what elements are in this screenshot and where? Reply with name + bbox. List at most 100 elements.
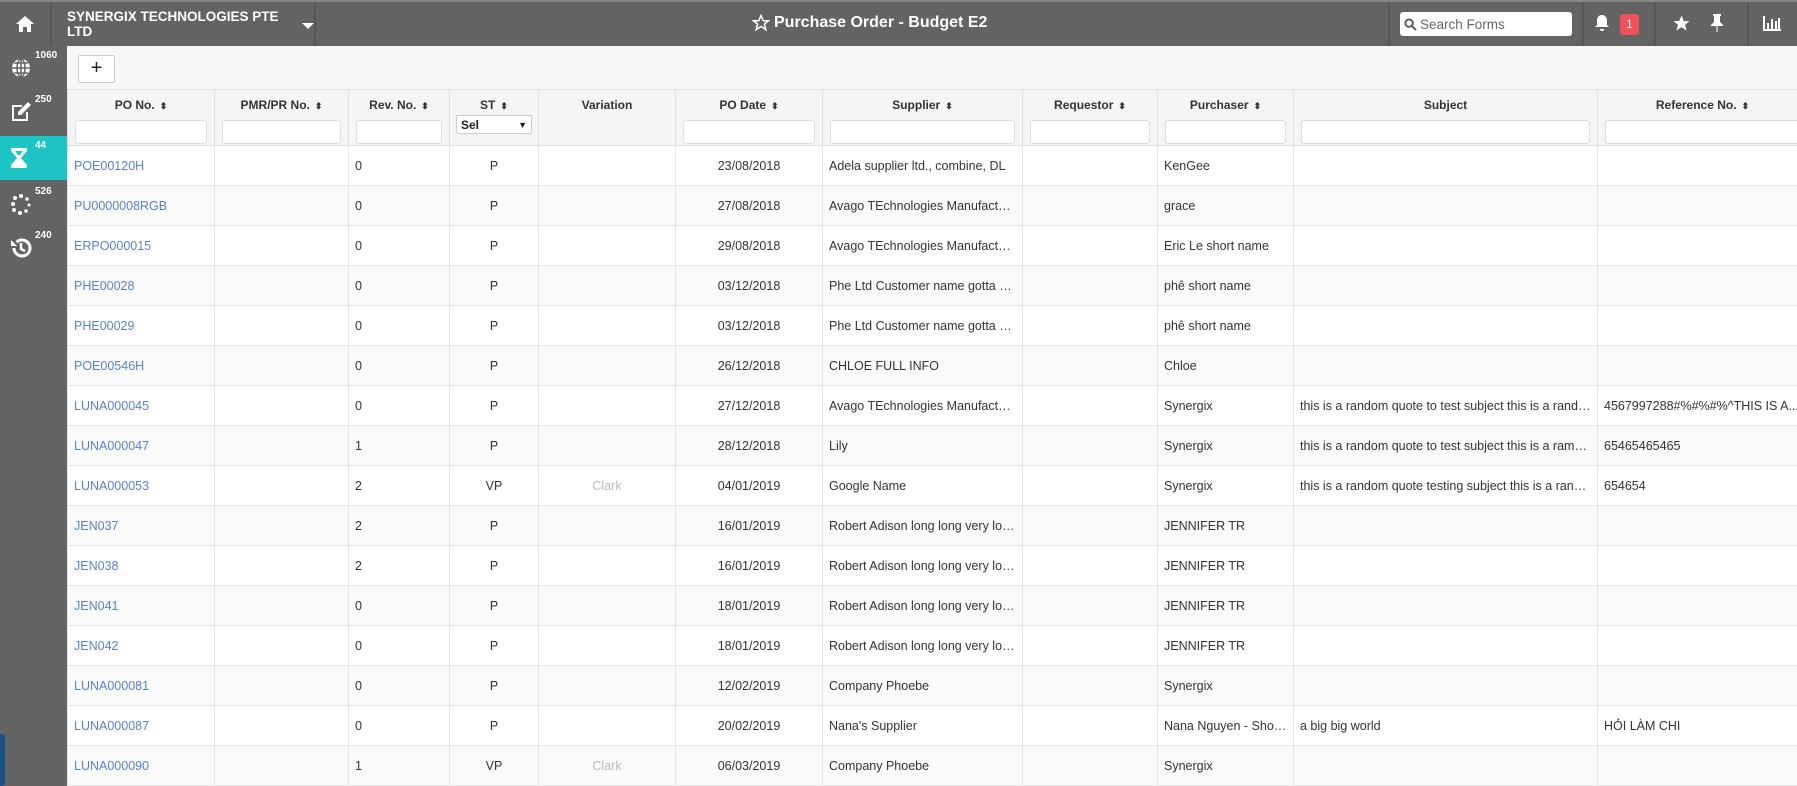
sort-icon[interactable]: ⬍: [1254, 101, 1262, 111]
cell-po-no: ERPO000015: [67, 225, 215, 266]
cell-po-date: 23/08/2018: [675, 145, 823, 186]
cell-reference-no: [1597, 745, 1797, 786]
po-number-link[interactable]: LUNA000045: [74, 399, 149, 413]
sort-icon[interactable]: ⬍: [1118, 101, 1126, 111]
table-row[interactable]: PU0000008RGB 0 P 27/08/2018 Avago TEchnologi…: [67, 185, 1797, 226]
star-outline-icon[interactable]: [752, 14, 770, 32]
cell-st: P: [449, 305, 539, 346]
st-filter-value: Sel: [461, 117, 480, 132]
po-number-link[interactable]: JEN042: [74, 639, 118, 653]
table-row[interactable]: ERPO000015 0 P 29/08/2018 Avago TEchnologies…: [67, 225, 1797, 266]
sort-icon[interactable]: ⬍: [945, 101, 953, 111]
sort-icon[interactable]: ⬍: [1742, 101, 1750, 111]
st-filter-select[interactable]: Sel ▼: [456, 115, 532, 134]
sort-icon[interactable]: ⬍: [771, 101, 779, 111]
filter-input-pmr-pr-no[interactable]: [222, 120, 341, 144]
cell-subject: this is a random quote to test subject t…: [1293, 425, 1598, 466]
filter-input-subject[interactable]: [1301, 120, 1590, 144]
column-label: PMR/PR No.: [240, 98, 310, 112]
filter-input-supplier[interactable]: [830, 120, 1015, 144]
pin-button[interactable]: [1710, 13, 1724, 33]
filter-input-po-date[interactable]: [683, 120, 815, 144]
company-selector[interactable]: SYNERGIX TECHNOLOGIES PTE LTD: [52, 2, 316, 46]
po-number-link[interactable]: LUNA000087: [74, 719, 149, 733]
sidebar-count: 1060: [35, 50, 58, 61]
po-number-link[interactable]: LUNA000090: [74, 759, 149, 773]
cell-purchaser: phê short name: [1157, 265, 1294, 306]
po-number-link[interactable]: JEN041: [74, 599, 118, 613]
po-number-link[interactable]: ERPO000015: [74, 239, 151, 253]
po-number-link[interactable]: JEN038: [74, 559, 118, 573]
table-row[interactable]: JEN042 0 P 18/01/2019 Robert Adison long lon…: [67, 625, 1797, 666]
table-row[interactable]: LUNA000045 0 P 27/12/2018 Avago TEchnologies…: [67, 385, 1797, 426]
po-number-link[interactable]: PHE00028: [74, 279, 134, 293]
filter-input-po-no[interactable]: [75, 120, 207, 144]
table-row[interactable]: POE00120H 0 P 23/08/2018 Adela supplier ltd.…: [67, 145, 1797, 186]
sidebar-item-all[interactable]: 1060: [0, 46, 67, 90]
table-row[interactable]: LUNA000087 0 P 20/02/2019 Nana's Supplier Nan…: [67, 705, 1797, 746]
table-row[interactable]: PHE00028 0 P 03/12/2018 Phe Ltd Customer nam…: [67, 265, 1797, 306]
cell-requestor: [1022, 705, 1158, 746]
column-header-requestor[interactable]: Requestor ⬍: [1022, 89, 1158, 146]
table-row[interactable]: LUNA000090 1 VP Clark 06/03/2019 Company Phoe…: [67, 745, 1797, 786]
sort-icon[interactable]: ⬍: [421, 101, 429, 111]
po-number-link[interactable]: PHE00029: [74, 319, 134, 333]
sort-icon[interactable]: ⬍: [160, 101, 168, 111]
sidebar-item-history[interactable]: 240: [0, 226, 67, 270]
cell-reference-no: [1597, 625, 1797, 666]
table-row[interactable]: LUNA000081 0 P 12/02/2019 Company Phoebe Syne…: [67, 665, 1797, 706]
column-header-rev-no[interactable]: Rev. No. ⬍: [348, 89, 450, 146]
sort-icon[interactable]: ⬍: [500, 101, 508, 111]
filter-input-requestor[interactable]: [1030, 120, 1150, 144]
po-number-link[interactable]: POE00546H: [74, 359, 144, 373]
cell-variation: [538, 345, 676, 386]
column-header-variation[interactable]: Variation: [538, 89, 676, 146]
column-header-purchaser[interactable]: Purchaser ⬍: [1157, 89, 1294, 146]
home-button[interactable]: [0, 2, 52, 46]
cell-purchaser: grace: [1157, 185, 1294, 226]
po-number-link[interactable]: LUNA000081: [74, 679, 149, 693]
sidebar-item-draft[interactable]: 250: [0, 90, 67, 134]
cell-st: P: [449, 505, 539, 546]
reports-button[interactable]: [1763, 16, 1781, 31]
po-number-link[interactable]: POE00120H: [74, 159, 144, 173]
table-row[interactable]: LUNA000047 1 P 28/12/2018 Lily Synergix this i…: [67, 425, 1797, 466]
column-header-po-date[interactable]: PO Date ⬍: [675, 89, 823, 146]
table-row[interactable]: JEN038 2 P 16/01/2019 Robert Adison long lon…: [67, 545, 1797, 586]
chat-widget-tab[interactable]: [0, 734, 5, 786]
add-button[interactable]: +: [78, 55, 115, 83]
notifications-button[interactable]: [1594, 14, 1610, 32]
filter-input-reference-no[interactable]: [1605, 120, 1797, 144]
cell-requestor: [1022, 185, 1158, 226]
column-header-subject[interactable]: Subject: [1293, 89, 1598, 146]
table-row[interactable]: LUNA000053 2 VP Clark 04/01/2019 Google Name S…: [67, 465, 1797, 506]
favorites-button[interactable]: [1672, 14, 1691, 33]
table-row[interactable]: JEN037 2 P 16/01/2019 Robert Adison long lon…: [67, 505, 1797, 546]
sort-icon[interactable]: ⬍: [315, 101, 323, 111]
search-forms-input[interactable]: Search Forms: [1400, 12, 1572, 36]
table-row[interactable]: JEN041 0 P 18/01/2019 Robert Adison long lon…: [67, 585, 1797, 626]
po-number-link[interactable]: PU0000008RGB: [74, 199, 167, 213]
cell-reference-no: 65465465465: [1597, 425, 1797, 466]
column-header-po-no[interactable]: PO No. ⬍: [67, 89, 215, 146]
cell-po-no: LUNA000047: [67, 425, 215, 466]
sidebar-item-pending[interactable]: 44: [0, 136, 75, 180]
column-header-supplier[interactable]: Supplier ⬍: [822, 89, 1023, 146]
purchase-order-table: PO No. ⬍ PMR/PR No. ⬍ Rev. No. ⬍ ST ⬍ Sel ▼ Variat…: [67, 89, 1797, 786]
po-number-link[interactable]: JEN037: [74, 519, 118, 533]
cell-pmr-pr-no: [214, 585, 349, 626]
po-number-link[interactable]: LUNA000053: [74, 479, 149, 493]
po-number-link[interactable]: LUNA000047: [74, 439, 149, 453]
cell-supplier: Adela supplier ltd., combine, DL: [822, 145, 1023, 186]
cell-requestor: [1022, 425, 1158, 466]
column-header-reference-no[interactable]: Reference No. ⬍: [1597, 89, 1797, 146]
cell-rev-no: 0: [348, 225, 450, 266]
filter-input-purchaser[interactable]: [1165, 120, 1286, 144]
table-row[interactable]: PHE00029 0 P 03/12/2018 Phe Ltd Customer nam…: [67, 305, 1797, 346]
column-header-pmr-pr-no[interactable]: PMR/PR No. ⬍: [214, 89, 349, 146]
table-row[interactable]: POE00546H 0 P 26/12/2018 CHLOE FULL INFO Chlo…: [67, 345, 1797, 386]
filter-input-rev-no[interactable]: [356, 120, 442, 144]
column-label: Requestor: [1054, 98, 1114, 112]
sidebar-item-in-progress[interactable]: 526: [0, 182, 67, 226]
column-header-st[interactable]: ST ⬍ Sel ▼: [449, 89, 539, 146]
